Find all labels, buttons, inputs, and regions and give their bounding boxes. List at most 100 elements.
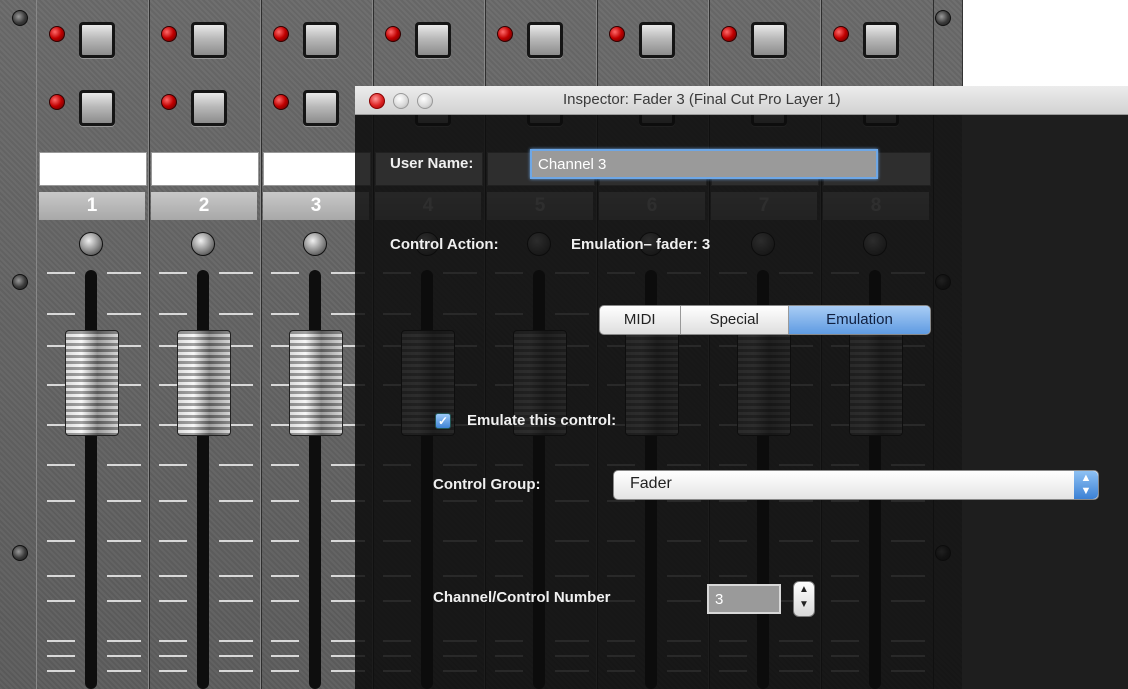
- channel-strip: 1: [36, 0, 150, 689]
- top-button[interactable]: [863, 22, 899, 58]
- scale-tick: [159, 464, 187, 466]
- scale-tick: [271, 540, 299, 542]
- control-group-value: Fader: [630, 475, 672, 492]
- channel-number-input[interactable]: [707, 584, 781, 614]
- screw-icon: [12, 274, 28, 290]
- scale-tick: [159, 655, 187, 657]
- scale-tick: [271, 575, 299, 577]
- led-indicator: [497, 26, 513, 42]
- scale-tick: [107, 464, 141, 466]
- scale-tick: [47, 313, 75, 315]
- channel-number-stepper[interactable]: ▲ ▼: [793, 581, 815, 617]
- pan-knob[interactable]: [303, 232, 327, 256]
- channel-name-field[interactable]: [151, 152, 259, 186]
- mode-segmented-control: MIDI Special Emulation: [599, 305, 931, 335]
- scale-tick: [47, 575, 75, 577]
- scale-tick: [271, 655, 299, 657]
- scale-tick: [47, 600, 75, 602]
- led-indicator: [609, 26, 625, 42]
- tab-midi[interactable]: MIDI: [600, 306, 681, 334]
- scale-tick: [47, 670, 75, 672]
- channel-number-label: Channel/Control Number: [433, 589, 611, 606]
- channel-number-label: 3: [263, 192, 369, 220]
- scale-tick: [159, 313, 187, 315]
- tab-emulation[interactable]: Emulation: [788, 306, 930, 334]
- led-indicator: [49, 94, 65, 110]
- top-button[interactable]: [191, 22, 227, 58]
- led-indicator: [49, 26, 65, 42]
- fader-handle[interactable]: [177, 330, 231, 436]
- scale-tick: [271, 600, 299, 602]
- select-arrows-icon: ▲ ▼: [1074, 471, 1098, 499]
- scale-tick: [159, 272, 187, 274]
- scale-tick: [219, 655, 253, 657]
- emulate-label: Emulate this control:: [467, 412, 617, 429]
- scale-tick: [159, 670, 187, 672]
- scale-tick: [107, 655, 141, 657]
- top-button[interactable]: [303, 22, 339, 58]
- scale-tick: [271, 640, 299, 642]
- top-button[interactable]: [639, 22, 675, 58]
- scale-tick: [159, 540, 187, 542]
- scale-tick: [107, 313, 141, 315]
- scale-tick: [47, 540, 75, 542]
- scale-tick: [219, 272, 253, 274]
- control-group-select[interactable]: Fader ▲ ▼: [613, 470, 1099, 500]
- scale-tick: [107, 272, 141, 274]
- led-indicator: [385, 26, 401, 42]
- emulate-checkbox[interactable]: ✓: [435, 413, 451, 429]
- led-indicator: [161, 94, 177, 110]
- top-button[interactable]: [751, 22, 787, 58]
- scale-tick: [159, 640, 187, 642]
- scale-tick: [219, 575, 253, 577]
- scale-tick: [219, 640, 253, 642]
- scale-tick: [271, 464, 299, 466]
- top-button[interactable]: [79, 22, 115, 58]
- scale-tick: [219, 600, 253, 602]
- bottom-button[interactable]: [79, 90, 115, 126]
- led-indicator: [721, 26, 737, 42]
- scale-tick: [219, 464, 253, 466]
- bottom-button[interactable]: [303, 90, 339, 126]
- scale-tick: [47, 464, 75, 466]
- window-title: Inspector: Fader 3 (Final Cut Pro Layer …: [563, 91, 841, 108]
- inspector-window: Inspector: Fader 3 (Final Cut Pro Layer …: [355, 86, 1128, 689]
- minimize-button[interactable]: [393, 93, 409, 109]
- fader-handle[interactable]: [65, 330, 119, 436]
- pan-knob[interactable]: [191, 232, 215, 256]
- screw-icon: [12, 10, 28, 26]
- scale-tick: [47, 640, 75, 642]
- led-indicator: [161, 26, 177, 42]
- scale-tick: [107, 600, 141, 602]
- led-indicator: [833, 26, 849, 42]
- user-name-label: User Name:: [390, 155, 474, 172]
- control-group-label: Control Group:: [433, 476, 541, 493]
- channel-number-label: 2: [151, 192, 257, 220]
- scale-tick: [219, 670, 253, 672]
- close-button[interactable]: [369, 93, 385, 109]
- scale-tick: [271, 313, 299, 315]
- control-action-label: Control Action:: [390, 236, 499, 253]
- scale-tick: [47, 500, 75, 502]
- scale-tick: [159, 575, 187, 577]
- bottom-button[interactable]: [191, 90, 227, 126]
- user-name-input[interactable]: [530, 149, 878, 179]
- inspector-body: User Name: Control Action: Emulation– fa…: [355, 115, 1128, 689]
- scale-tick: [47, 655, 75, 657]
- channel-strip: 2: [148, 0, 262, 689]
- scale-tick: [271, 670, 299, 672]
- scale-tick: [107, 500, 141, 502]
- top-button[interactable]: [527, 22, 563, 58]
- scale-tick: [107, 640, 141, 642]
- channel-name-field[interactable]: [39, 152, 147, 186]
- zoom-button[interactable]: [417, 93, 433, 109]
- scale-tick: [219, 313, 253, 315]
- led-indicator: [273, 94, 289, 110]
- top-button[interactable]: [415, 22, 451, 58]
- window-titlebar[interactable]: Inspector: Fader 3 (Final Cut Pro Layer …: [355, 86, 1128, 115]
- tab-special[interactable]: Special: [681, 306, 789, 334]
- scale-tick: [159, 600, 187, 602]
- scale-tick: [159, 500, 187, 502]
- fader-handle[interactable]: [289, 330, 343, 436]
- pan-knob[interactable]: [79, 232, 103, 256]
